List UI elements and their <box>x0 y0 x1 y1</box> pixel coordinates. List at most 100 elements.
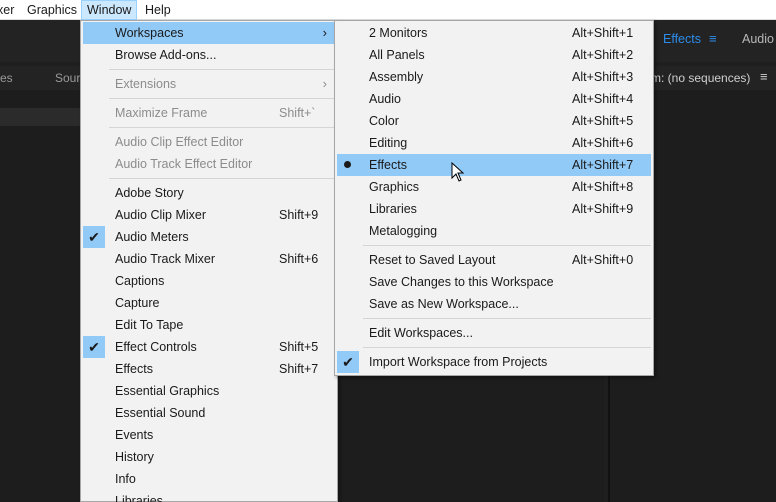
source-panel <box>340 376 604 502</box>
ws-item-libraries[interactable]: Libraries Alt+Shift+9 <box>337 198 651 220</box>
menu-item-shortcut: Alt+Shift+1 <box>572 26 634 40</box>
menu-item-adobe-story[interactable]: Adobe Story <box>83 182 335 204</box>
menu-separator <box>109 127 335 128</box>
ws-item-editing[interactable]: Editing Alt+Shift+6 <box>337 132 651 154</box>
menu-item-label: 2 Monitors <box>369 26 428 40</box>
menu-item-label: History <box>115 450 154 464</box>
menu-item-captions[interactable]: Captions <box>83 270 335 292</box>
menu-item-info[interactable]: Info <box>83 468 335 490</box>
checkmark-icon: ✔ <box>83 336 105 358</box>
menu-help[interactable]: Help <box>140 0 176 20</box>
ws-item-reset-layout[interactable]: Reset to Saved Layout Alt+Shift+0 <box>337 249 651 271</box>
menu-item-shortcut: Alt+Shift+4 <box>572 92 634 106</box>
workspaces-submenu: 2 Monitors Alt+Shift+1 All Panels Alt+Sh… <box>334 20 654 376</box>
menu-item-label: Captions <box>115 274 165 288</box>
menu-item-label: Assembly <box>369 70 424 84</box>
menu-item-audio-clip-mixer[interactable]: Audio Clip Mixer Shift+9 <box>83 204 335 226</box>
hamburger-menu-icon[interactable]: ≡ <box>709 31 717 46</box>
menu-item-label: Extensions <box>115 77 177 91</box>
menu-item-browse-addons[interactable]: Browse Add-ons... <box>83 44 335 66</box>
menu-item-label: Browse Add-ons... <box>115 48 217 62</box>
menu-item-label: Graphics <box>369 180 420 194</box>
menu-item-label: Info <box>115 472 136 486</box>
menu-item-label: Audio Clip Effect Editor <box>115 135 244 149</box>
menu-item-effect-controls[interactable]: ✔ Effect Controls Shift+5 <box>83 336 335 358</box>
menu-item-label: Audio Meters <box>115 230 189 244</box>
menu-item-shortcut: Alt+Shift+5 <box>572 114 634 128</box>
menu-graphics[interactable]: Graphics <box>22 0 82 20</box>
panel-strip <box>0 108 80 126</box>
menu-item-shortcut: Alt+Shift+9 <box>572 202 634 216</box>
menu-item-shortcut: Shift+7 <box>279 362 319 376</box>
menu-item-label: Reset to Saved Layout <box>369 253 496 267</box>
ws-item-all-panels[interactable]: All Panels Alt+Shift+2 <box>337 44 651 66</box>
checkmark-icon: ✔ <box>83 226 105 248</box>
program-monitor-title[interactable]: m: (no sequences) <box>651 71 750 85</box>
menu-item-shortcut: Alt+Shift+3 <box>572 70 634 84</box>
ws-item-audio[interactable]: Audio Alt+Shift+4 <box>337 88 651 110</box>
panel-tab-source[interactable]: Sour <box>55 71 80 85</box>
ws-item-2-monitors[interactable]: 2 Monitors Alt+Shift+1 <box>337 22 651 44</box>
ws-item-color[interactable]: Color Alt+Shift+5 <box>337 110 651 132</box>
menu-item-label: Color <box>369 114 399 128</box>
ws-item-assembly[interactable]: Assembly Alt+Shift+3 <box>337 66 651 88</box>
menu-item-label: Effects <box>115 362 153 376</box>
ws-item-import-from-projects[interactable]: ✔ Import Workspace from Projects <box>337 351 651 373</box>
menu-item-label: Audio Track Effect Editor <box>115 157 253 171</box>
menu-separator <box>109 69 335 70</box>
menu-item-label: Audio Clip Mixer <box>115 208 207 222</box>
menu-separator <box>363 347 651 348</box>
menu-item-maximize-frame[interactable]: Maximize Frame Shift+` <box>83 102 335 124</box>
menu-item-libraries[interactable]: Libraries <box>83 490 335 502</box>
menu-item-audio-track-mixer[interactable]: Audio Track Mixer Shift+6 <box>83 248 335 270</box>
menu-mixer[interactable]: xer <box>0 0 19 20</box>
menu-item-capture[interactable]: Capture <box>83 292 335 314</box>
menu-item-label: Effect Controls <box>115 340 197 354</box>
ws-item-metalogging[interactable]: Metalogging <box>337 220 651 242</box>
ws-item-edit-workspaces[interactable]: Edit Workspaces... <box>337 322 651 344</box>
menu-separator <box>363 318 651 319</box>
menu-item-label: Edit Workspaces... <box>369 326 473 340</box>
menu-item-label: Import Workspace from Projects <box>369 355 548 369</box>
menu-item-essential-sound[interactable]: Essential Sound <box>83 402 335 424</box>
menu-item-label: Editing <box>369 136 408 150</box>
project-panel <box>0 90 80 502</box>
menu-item-audio-meters[interactable]: ✔ Audio Meters <box>83 226 335 248</box>
menu-item-label: Adobe Story <box>115 186 184 200</box>
menu-item-label: Libraries <box>115 494 163 502</box>
menu-item-shortcut: Shift+` <box>279 106 316 120</box>
menu-item-shortcut: Alt+Shift+6 <box>572 136 634 150</box>
panel-tab-partial[interactable]: es <box>0 71 13 85</box>
menu-item-label: Audio Track Mixer <box>115 252 216 266</box>
ws-item-effects[interactable]: Effects Alt+Shift+7 <box>337 154 651 176</box>
ws-item-save-as-new[interactable]: Save as New Workspace... <box>337 293 651 315</box>
menu-item-edit-to-tape[interactable]: Edit To Tape <box>83 314 335 336</box>
menu-item-shortcut: Alt+Shift+0 <box>572 253 634 267</box>
ws-item-save-changes[interactable]: Save Changes to this Workspace <box>337 271 651 293</box>
tab-effects[interactable]: Effects <box>663 32 701 46</box>
menu-item-label: All Panels <box>369 48 425 62</box>
menu-item-label: Workspaces <box>115 26 184 40</box>
menu-item-label: Events <box>115 428 154 442</box>
menu-item-label: Maximize Frame <box>115 106 208 120</box>
menu-item-label: Edit To Tape <box>115 318 184 332</box>
menu-item-label: Save Changes to this Workspace <box>369 275 554 289</box>
menu-item-label: Essential Sound <box>115 406 206 420</box>
menu-window[interactable]: Window <box>81 0 138 20</box>
menu-item-audio-track-effect-editor[interactable]: Audio Track Effect Editor <box>83 153 335 175</box>
menu-item-effects[interactable]: Effects Shift+7 <box>83 358 335 380</box>
radio-bullet-icon <box>344 161 351 168</box>
menubar: xer Graphics Window Help <box>0 0 776 20</box>
hamburger-menu-icon[interactable]: ≡ <box>760 69 768 84</box>
menu-item-essential-graphics[interactable]: Essential Graphics <box>83 380 335 402</box>
menu-item-history[interactable]: History <box>83 446 335 468</box>
menu-item-events[interactable]: Events <box>83 424 335 446</box>
window-menu: Workspaces › Browse Add-ons... Extension… <box>80 20 338 502</box>
mouse-cursor-icon <box>451 162 465 182</box>
menu-item-shortcut: Shift+9 <box>279 208 319 222</box>
menu-item-audio-clip-effect-editor[interactable]: Audio Clip Effect Editor <box>83 131 335 153</box>
menu-item-workspaces[interactable]: Workspaces › <box>83 22 335 44</box>
ws-item-graphics[interactable]: Graphics Alt+Shift+8 <box>337 176 651 198</box>
tab-audio[interactable]: Audio <box>742 32 774 46</box>
menu-item-extensions[interactable]: Extensions › <box>83 73 335 95</box>
